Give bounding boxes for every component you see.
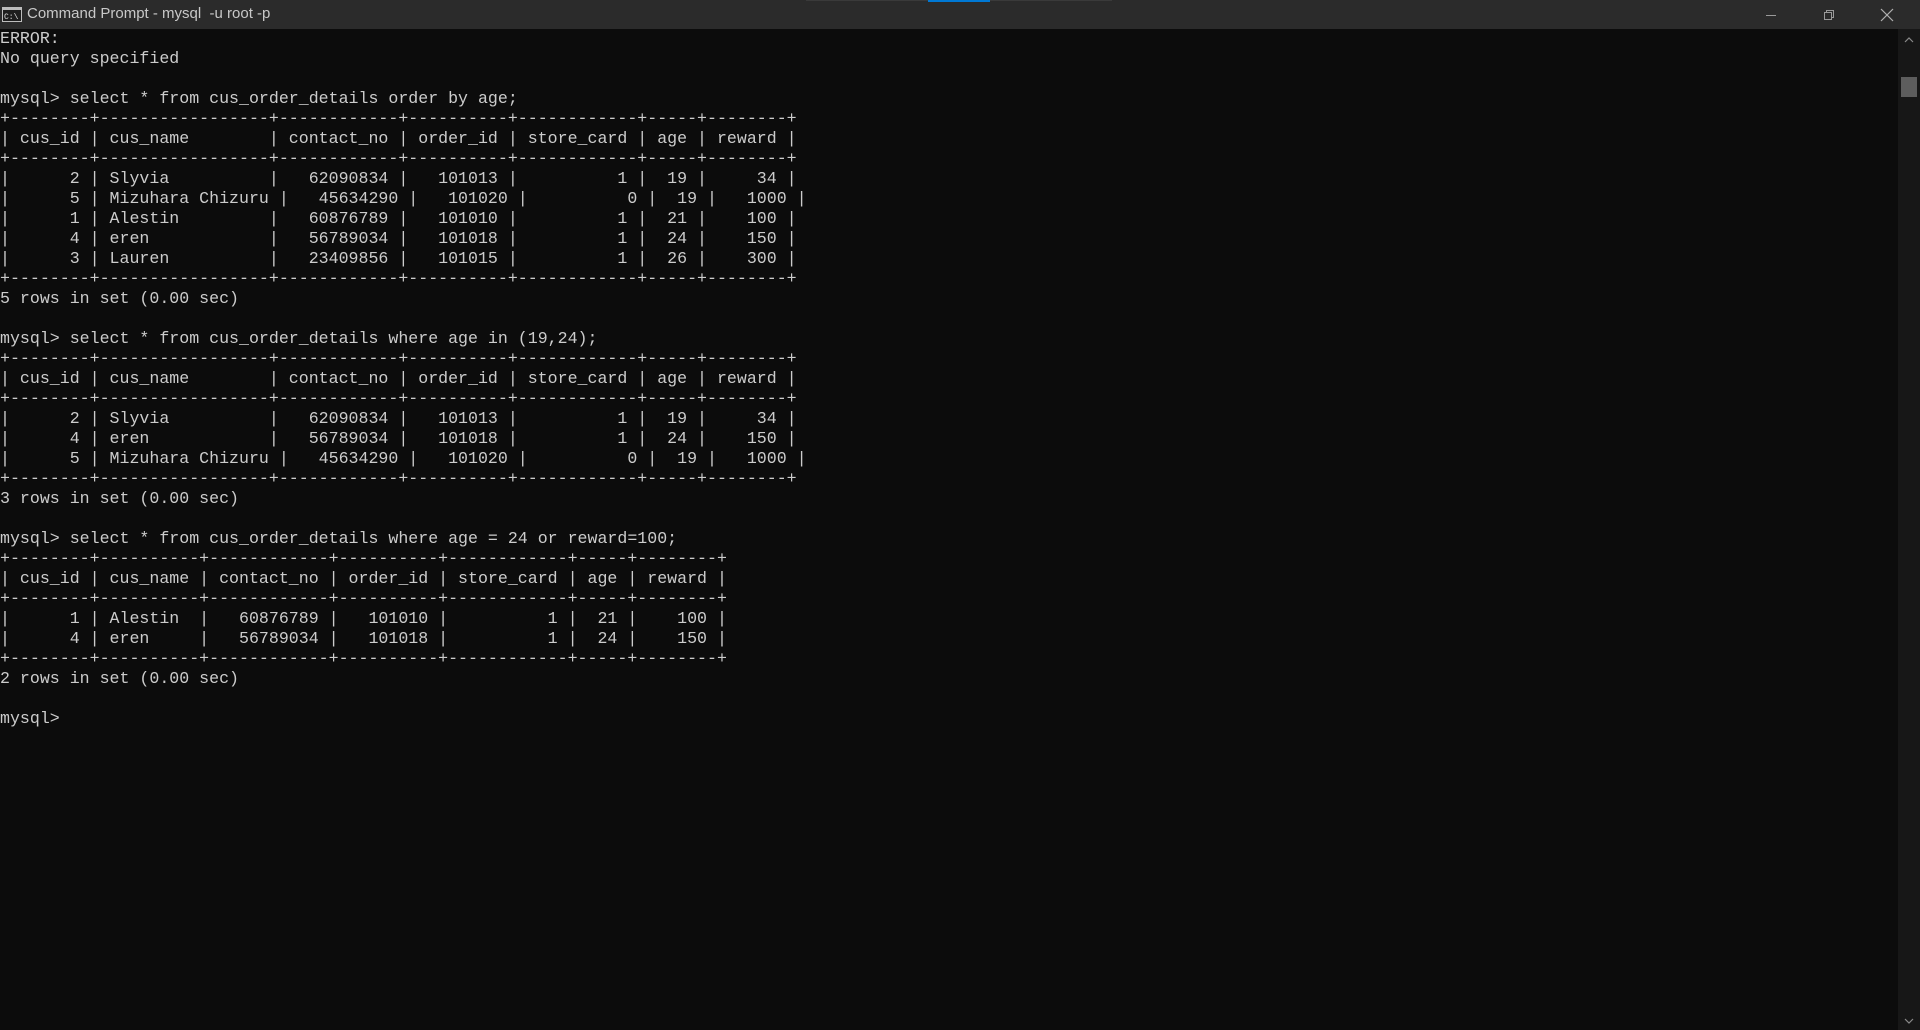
console-line: +--------+-----------------+------------…: [0, 269, 797, 288]
console-line: | cus_id | cus_name | contact_no | order…: [0, 369, 797, 388]
close-button[interactable]: [1858, 0, 1916, 29]
console-line: 3 rows in set (0.00 sec): [0, 489, 239, 508]
console-line: mysql> select * from cus_order_details w…: [0, 529, 678, 548]
console-line: 5 rows in set (0.00 sec): [0, 289, 239, 308]
console-line: | 4 | eren | 56789034 | 101018 | 1 | 24 …: [0, 429, 797, 448]
console-line: | 4 | eren | 56789034 | 101018 | 1 | 24 …: [0, 229, 797, 248]
restore-button[interactable]: [1800, 0, 1858, 29]
console-line: | 3 | Lauren | 23409856 | 101015 | 1 | 2…: [0, 249, 797, 268]
console-line: | 4 | eren | 56789034 | 101018 | 1 | 24 …: [0, 629, 727, 648]
command-prompt-line[interactable]: mysql>: [0, 709, 1898, 729]
console-line: mysql> select * from cus_order_details o…: [0, 89, 518, 108]
console-output-area[interactable]: ERROR: No query specified mysql> select * …: [0, 29, 1898, 1030]
console-line: | 2 | Slyvia | 62090834 | 101013 | 1 | 1…: [0, 169, 797, 188]
vertical-scrollbar[interactable]: [1898, 29, 1920, 1030]
console-line: +--------+-----------------+------------…: [0, 109, 797, 128]
cmd-icon: C:\: [2, 7, 22, 22]
console-line: +--------+----------+------------+------…: [0, 549, 727, 568]
scroll-down-icon[interactable]: [1903, 1014, 1915, 1026]
console-line: +--------+-----------------+------------…: [0, 149, 797, 168]
active-tab-indicator: [928, 0, 990, 2]
command-prompt-window: C:\ Command Prompt - mysql -u root -p ER…: [0, 0, 1920, 1030]
title-bar[interactable]: C:\ Command Prompt - mysql -u root -p: [0, 0, 1920, 29]
console-line: | 2 | Slyvia | 62090834 | 101013 | 1 | 1…: [0, 409, 797, 428]
scroll-thumb[interactable]: [1901, 77, 1917, 97]
minimize-button[interactable]: [1742, 0, 1800, 29]
console-line: | cus_id | cus_name | contact_no | order…: [0, 569, 727, 588]
console-text: ERROR: No query specified mysql> select * …: [0, 29, 1898, 729]
console-line: | 1 | Alestin | 60876789 | 101010 | 1 | …: [0, 609, 727, 628]
scroll-up-icon[interactable]: [1903, 33, 1915, 45]
console-line: ERROR:: [0, 29, 60, 48]
console-line: +--------+-----------------+------------…: [0, 469, 797, 488]
minimize-icon: [1765, 9, 1777, 21]
window-title: Command Prompt - mysql -u root -p: [27, 5, 271, 22]
svg-text:C:\: C:\: [4, 13, 19, 22]
console-line: | 5 | Mizuhara Chizuru | 45634290 | 1010…: [0, 449, 807, 468]
console-line: 2 rows in set (0.00 sec): [0, 669, 239, 688]
console-line: | 5 | Mizuhara Chizuru | 45634290 | 1010…: [0, 189, 807, 208]
console-line: | cus_id | cus_name | contact_no | order…: [0, 129, 797, 148]
console-line: +--------+-----------------+------------…: [0, 349, 797, 368]
console-line: mysql> select * from cus_order_details w…: [0, 329, 598, 348]
close-icon: [1880, 8, 1894, 22]
console-line: +--------+----------+------------+------…: [0, 589, 727, 608]
console-line: +--------+----------+------------+------…: [0, 649, 727, 668]
console-line: | 1 | Alestin | 60876789 | 101010 | 1 | …: [0, 209, 797, 228]
console-line: +--------+-----------------+------------…: [0, 389, 797, 408]
console-line: No query specified: [0, 49, 180, 68]
restore-icon: [1823, 9, 1835, 21]
